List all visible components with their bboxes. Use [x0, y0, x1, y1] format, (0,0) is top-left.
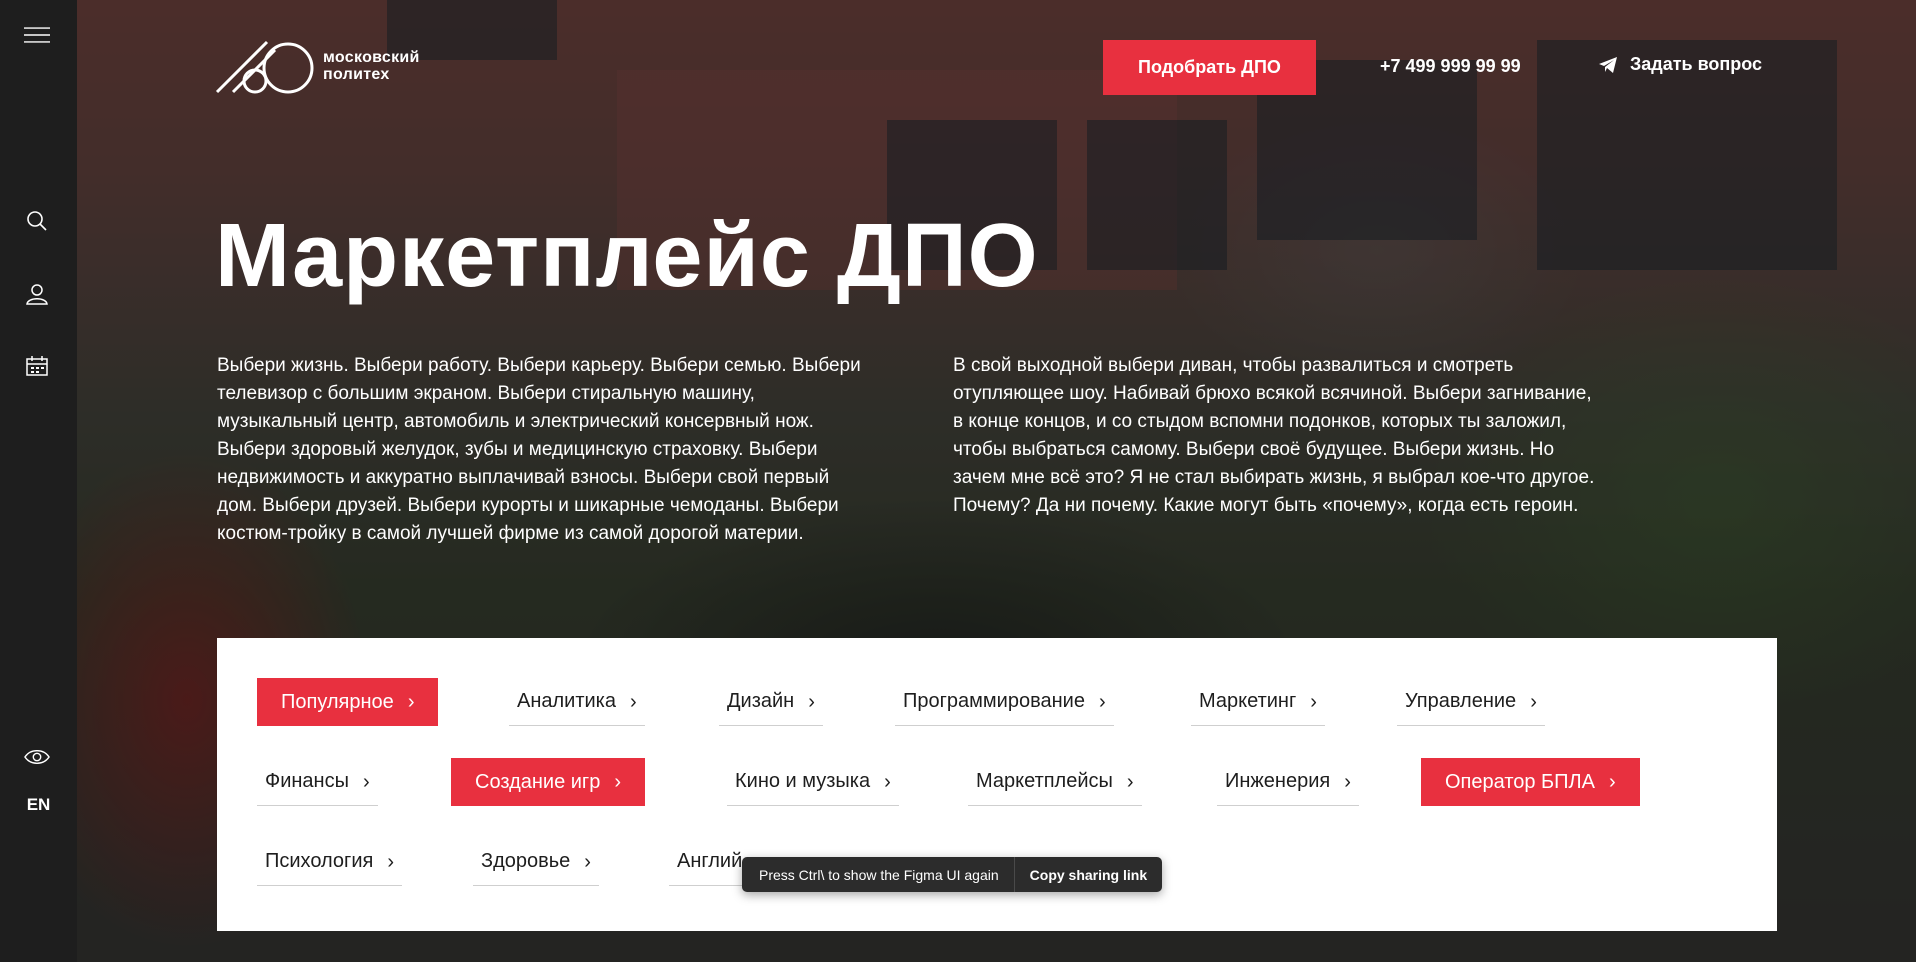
category-marketplaces[interactable]: Маркетплейсы › — [968, 758, 1142, 806]
ask-question-label: Задать вопрос — [1630, 54, 1763, 74]
intro-paragraph-left: Выбери жизнь. Выбери работу. Выбери карь… — [217, 355, 861, 544]
page-title: Маркетплейс ДПО — [215, 206, 1039, 306]
category-health[interactable]: Здоровье › — [473, 838, 599, 886]
category-label: Инженерия — [1225, 770, 1331, 792]
category-label: Англий — [677, 850, 743, 872]
user-icon[interactable] — [24, 281, 50, 307]
chevron-right-icon: › — [630, 690, 637, 713]
ask-question-link[interactable]: Задать вопрос — [1598, 54, 1762, 75]
chevron-right-icon: › — [387, 850, 394, 873]
copy-sharing-link-button[interactable]: Copy sharing link — [1015, 867, 1162, 883]
logo-line-2: политех — [323, 66, 390, 83]
category-programming[interactable]: Программирование › — [895, 678, 1114, 726]
category-label: Здоровье — [481, 850, 571, 872]
category-finance[interactable]: Финансы › — [257, 758, 378, 806]
figma-toast: Press Ctrl\ to show the Figma UI again C… — [742, 857, 1163, 892]
category-label: Оператор БПЛА — [1445, 770, 1596, 793]
chevron-right-icon: › — [1098, 690, 1106, 713]
category-popular[interactable]: Популярное › — [257, 678, 439, 726]
telegram-icon — [1599, 56, 1617, 73]
category-game-dev[interactable]: Создание игр › — [451, 758, 646, 806]
category-engineering[interactable]: Инженерия › — [1217, 758, 1359, 806]
category-label: Управление — [1405, 690, 1517, 712]
chevron-right-icon: › — [884, 770, 891, 793]
eye-icon[interactable] — [24, 744, 50, 770]
category-label: Создание игр — [475, 770, 601, 793]
search-icon[interactable] — [24, 208, 50, 234]
category-psychology[interactable]: Психология › — [257, 838, 402, 886]
sidebar: EN — [0, 0, 77, 962]
intro-paragraph-right: В свой выходной выбери диван, чтобы разв… — [953, 355, 1595, 516]
category-drone-operator[interactable]: Оператор БПЛА › — [1421, 758, 1640, 806]
logo-mark-icon — [215, 40, 314, 94]
chevron-right-icon: › — [407, 691, 415, 713]
category-management[interactable]: Управление › — [1397, 678, 1545, 726]
category-label: Аналитика — [517, 690, 616, 712]
chevron-right-icon: › — [808, 690, 815, 713]
chevron-right-icon: › — [1609, 771, 1616, 793]
category-analytics[interactable]: Аналитика › — [509, 678, 645, 726]
chevron-right-icon: › — [584, 850, 591, 873]
pick-program-button[interactable]: Подобрать ДПО — [1103, 40, 1316, 95]
chevron-right-icon: › — [1310, 690, 1317, 713]
logo-line-1: московский — [323, 49, 420, 66]
menu-icon[interactable] — [24, 22, 50, 48]
category-label: Кино и музыка — [735, 770, 871, 792]
category-design[interactable]: Дизайн › — [719, 678, 823, 726]
category-label: Программирование — [903, 690, 1085, 712]
chevron-right-icon: › — [1530, 690, 1537, 713]
phone-link[interactable]: +7 499 999 99 99 — [1380, 56, 1521, 77]
chevron-right-icon: › — [362, 770, 370, 793]
category-label: Маркетинг — [1199, 690, 1297, 712]
category-marketing[interactable]: Маркетинг › — [1191, 678, 1325, 726]
chevron-right-icon: › — [1126, 770, 1134, 793]
category-label: Психология — [265, 850, 374, 872]
calendar-icon[interactable] — [24, 353, 50, 379]
toast-message: Press Ctrl\ to show the Figma UI again — [759, 866, 999, 883]
category-label: Дизайн — [727, 690, 795, 712]
category-label: Финансы — [265, 770, 349, 792]
logo[interactable]: московский политех — [215, 38, 420, 94]
chevron-right-icon: › — [614, 771, 622, 793]
category-label: Маркетплейсы — [976, 770, 1113, 792]
language-switch[interactable]: EN — [0, 795, 77, 815]
category-label: Популярное — [281, 690, 394, 713]
chevron-right-icon: › — [1344, 770, 1351, 793]
category-film-music[interactable]: Кино и музыка › — [727, 758, 899, 806]
